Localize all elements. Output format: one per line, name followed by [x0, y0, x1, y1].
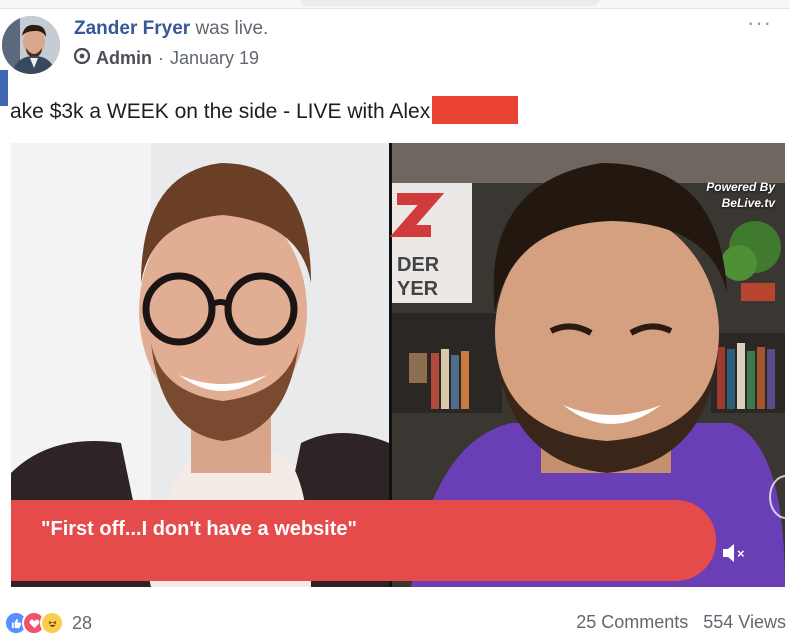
more-options-icon[interactable]: ···: [747, 12, 772, 34]
side-accent: [0, 70, 8, 106]
caption-banner: "First off...I don't have a website": [11, 500, 716, 581]
post-meta: Admin · January 19: [73, 47, 259, 69]
live-status-text: was live.: [195, 18, 269, 39]
mute-x-mark: ×: [737, 546, 745, 561]
role-badge: Admin: [96, 48, 152, 68]
meta-separator: ·: [158, 48, 164, 68]
reaction-count: 28: [72, 612, 93, 633]
author-avatar[interactable]: [2, 16, 60, 74]
admin-shield-icon: [73, 47, 91, 69]
powered-by-watermark: Powered By BeLive.tv: [706, 179, 775, 211]
author-line: Zander Fryer was live.: [74, 18, 268, 40]
reactions-summary[interactable]: 28: [4, 611, 92, 635]
powered-by-line: Powered By: [706, 180, 775, 194]
redaction-block: [432, 96, 519, 124]
backdrop-sign-text-1: DER: [397, 254, 440, 276]
author-name-link[interactable]: Zander Fryer: [74, 18, 190, 39]
post-title-text: ake $3k a WEEK on the side - LIVE with A…: [10, 100, 431, 123]
post-date-link[interactable]: January 19: [170, 48, 259, 69]
haha-reaction-icon: [40, 611, 64, 635]
caption-text: "First off...I don't have a website": [41, 518, 357, 540]
comments-count-link[interactable]: 25 Comments: [576, 612, 688, 632]
belive-brand-line: BeLive.tv: [721, 196, 775, 210]
post-title: ake $3k a WEEK on the side - LIVE with A…: [10, 96, 519, 124]
live-video-player[interactable]: DER YER Powered By BeLive.tv "First off.…: [11, 143, 785, 587]
top-strip: [0, 0, 790, 9]
backdrop-sign-text-2: YER: [397, 278, 439, 300]
post-stats: 25 Comments 554 Views: [576, 612, 786, 633]
views-count: 554 Views: [703, 612, 786, 632]
search-pill: [300, 0, 600, 6]
mute-button[interactable]: ×: [721, 541, 747, 565]
